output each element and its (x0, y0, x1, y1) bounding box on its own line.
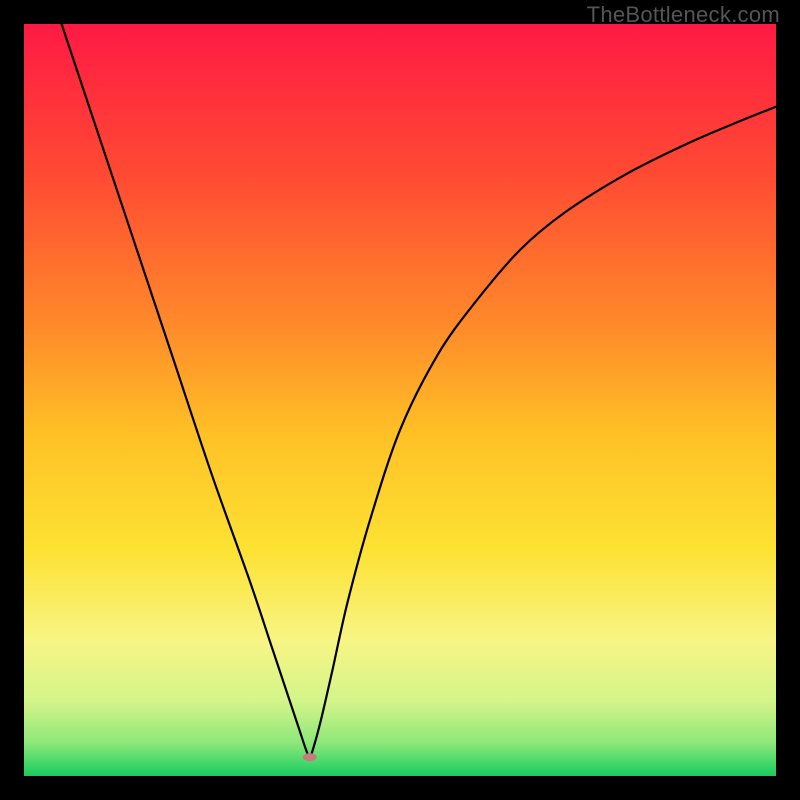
watermark-text: TheBottleneck.com (587, 2, 780, 28)
optimum-marker (303, 753, 317, 761)
chart-frame: TheBottleneck.com (0, 0, 800, 800)
plot-area (24, 24, 776, 776)
gradient-background (24, 24, 776, 776)
bottleneck-chart (24, 24, 776, 776)
